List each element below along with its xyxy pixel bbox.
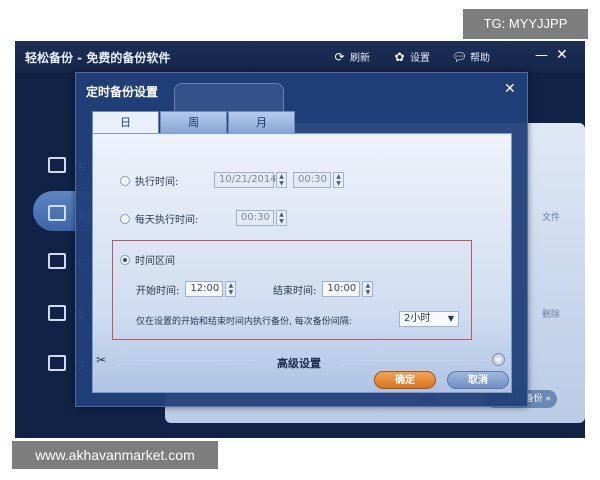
background-file-label: 文件 xyxy=(542,213,561,223)
daily-time-stepper[interactable]: ▲ ▼ xyxy=(276,210,287,226)
exec-time-label: 执行时间: xyxy=(135,177,179,188)
settings-label: 设置 xyxy=(410,53,430,64)
end-time-field[interactable]: 10:00 xyxy=(322,281,361,297)
daily-time-label: 每天执行时间: xyxy=(135,215,199,226)
end-time-stepper[interactable]: ▲ ▼ xyxy=(362,281,374,297)
stepper-down-icon: ▼ xyxy=(279,180,284,187)
interval-radio[interactable] xyxy=(120,254,130,265)
watermark-bottom: www.akhavanmarket.com xyxy=(12,441,218,469)
end-time-row: 结束时间: 10:00 ▲ ▼ xyxy=(273,281,374,297)
chevron-down-icon: ▼ xyxy=(447,314,454,323)
app-window: 轻松备份 - 免费的备份软件 ⟳ 刷新 ✿ 设置 💬︎ 帮助 — ✕ 首 备 还 xyxy=(15,41,585,438)
sidebar-item-clone[interactable]: 克 xyxy=(15,293,87,333)
minimize-button[interactable]: — xyxy=(535,48,548,63)
sidebar-item-home[interactable]: 首 xyxy=(15,145,87,185)
dialog-header: 定时备份设置 ✕ xyxy=(76,73,527,107)
exec-date-field[interactable]: 10/21/2014 xyxy=(214,172,277,188)
tab-monthly[interactable]: 月 xyxy=(228,111,295,133)
interval-note-text: 仅在设置的开始和结束时间内执行备份, 每次备份间隔: xyxy=(136,317,352,327)
divider xyxy=(116,360,256,361)
home-icon xyxy=(48,157,66,173)
tab-daily[interactable]: 日 xyxy=(92,111,159,134)
dialog-close-button[interactable]: ✕ xyxy=(504,81,516,97)
exec-time-row: 执行时间: xyxy=(120,173,178,188)
divider xyxy=(339,360,487,361)
exec-time-stepper[interactable]: ▲ ▼ xyxy=(333,172,344,188)
start-time-field[interactable]: 12:00 xyxy=(185,281,224,297)
app-titlebar: 轻松备份 - 免费的备份软件 ⟳ 刷新 ✿ 设置 💬︎ 帮助 — ✕ xyxy=(15,41,585,73)
interval-label: 时间区间 xyxy=(135,256,175,267)
dialog-title: 定时备份设置 xyxy=(86,85,159,99)
refresh-label: 刷新 xyxy=(350,53,370,64)
stepper-up-icon: ▲ xyxy=(336,173,341,180)
app-close-button[interactable]: ✕ xyxy=(556,47,568,63)
backup-icon xyxy=(48,205,66,221)
advanced-settings-label: 高级设置 xyxy=(277,357,321,370)
stepper-up-icon: ▲ xyxy=(279,211,284,218)
app-title: 轻松备份 - 免费的备份软件 xyxy=(25,51,171,65)
help-label: 帮助 xyxy=(470,53,490,64)
schedule-tabs: 日 周 月 xyxy=(92,111,296,134)
help-bubble-icon: 💬︎ xyxy=(451,49,468,64)
clone-icon xyxy=(48,305,66,321)
exec-time-inputs: 10/21/2014 ▲ ▼ 00:30 ▲ ▼ xyxy=(214,172,344,188)
gear-icon: ✿ xyxy=(394,49,405,64)
start-time-label: 开始时间: xyxy=(136,285,180,297)
ok-button[interactable]: 确定 xyxy=(374,371,436,389)
tab-weekly[interactable]: 周 xyxy=(160,111,227,133)
expand-icon[interactable] xyxy=(492,353,505,366)
start-time-row: 开始时间: 12:00 ▲ ▼ xyxy=(136,281,237,297)
interval-note: 仅在设置的开始和结束时间内执行备份, 每次备份间隔: xyxy=(136,314,352,327)
tools-icon: ✂ xyxy=(96,353,107,367)
interval-row: 时间区间 xyxy=(120,252,175,267)
advanced-settings-bar[interactable]: ✂ 高级设置 xyxy=(94,352,514,370)
stepper-up-icon: ▲ xyxy=(228,282,234,289)
sidebar-item-tools[interactable]: 工 xyxy=(15,343,87,383)
start-time-stepper[interactable]: ▲ ▼ xyxy=(225,281,237,297)
interval-select[interactable]: 2小时 ▼ xyxy=(399,311,459,327)
end-time-label: 结束时间: xyxy=(273,285,317,297)
daily-time-row: 每天执行时间: xyxy=(120,211,198,226)
exec-time-field[interactable]: 00:30 xyxy=(293,172,331,188)
stepper-down-icon: ▼ xyxy=(365,289,371,296)
cancel-button[interactable]: 取消 xyxy=(447,371,509,389)
watermark-top: TG: MYYJJPP xyxy=(463,9,588,39)
stepper-up-icon: ▲ xyxy=(279,173,284,180)
refresh-button[interactable]: ⟳ 刷新 xyxy=(333,49,370,65)
stepper-down-icon: ▼ xyxy=(279,218,284,225)
schedule-dialog: 定时备份设置 ✕ 日 周 月 执行时间: 10/21/2014 ▲ ▼ 00:30… xyxy=(75,72,528,407)
sidebar-item-restore[interactable]: 还 xyxy=(15,241,87,281)
interval-select-value: 2小时 xyxy=(404,313,431,324)
help-button[interactable]: 💬︎ 帮助 xyxy=(451,49,490,65)
stepper-down-icon: ▼ xyxy=(336,180,341,187)
background-delete-label: 删除 xyxy=(542,310,561,320)
tools-icon xyxy=(48,355,66,371)
daily-time-radio[interactable] xyxy=(120,213,130,224)
sidebar-item-backup[interactable]: 备 xyxy=(15,193,87,233)
daily-time-inputs: 00:30 ▲ ▼ xyxy=(236,210,287,226)
stepper-down-icon: ▼ xyxy=(228,289,234,296)
stepper-up-icon: ▲ xyxy=(365,282,371,289)
exec-time-radio[interactable] xyxy=(120,175,130,186)
exec-date-stepper[interactable]: ▲ ▼ xyxy=(276,172,287,188)
refresh-icon: ⟳ xyxy=(334,49,345,64)
daily-time-field[interactable]: 00:30 xyxy=(236,210,274,226)
settings-button[interactable]: ✿ 设置 xyxy=(393,49,430,65)
restore-icon xyxy=(48,253,66,269)
